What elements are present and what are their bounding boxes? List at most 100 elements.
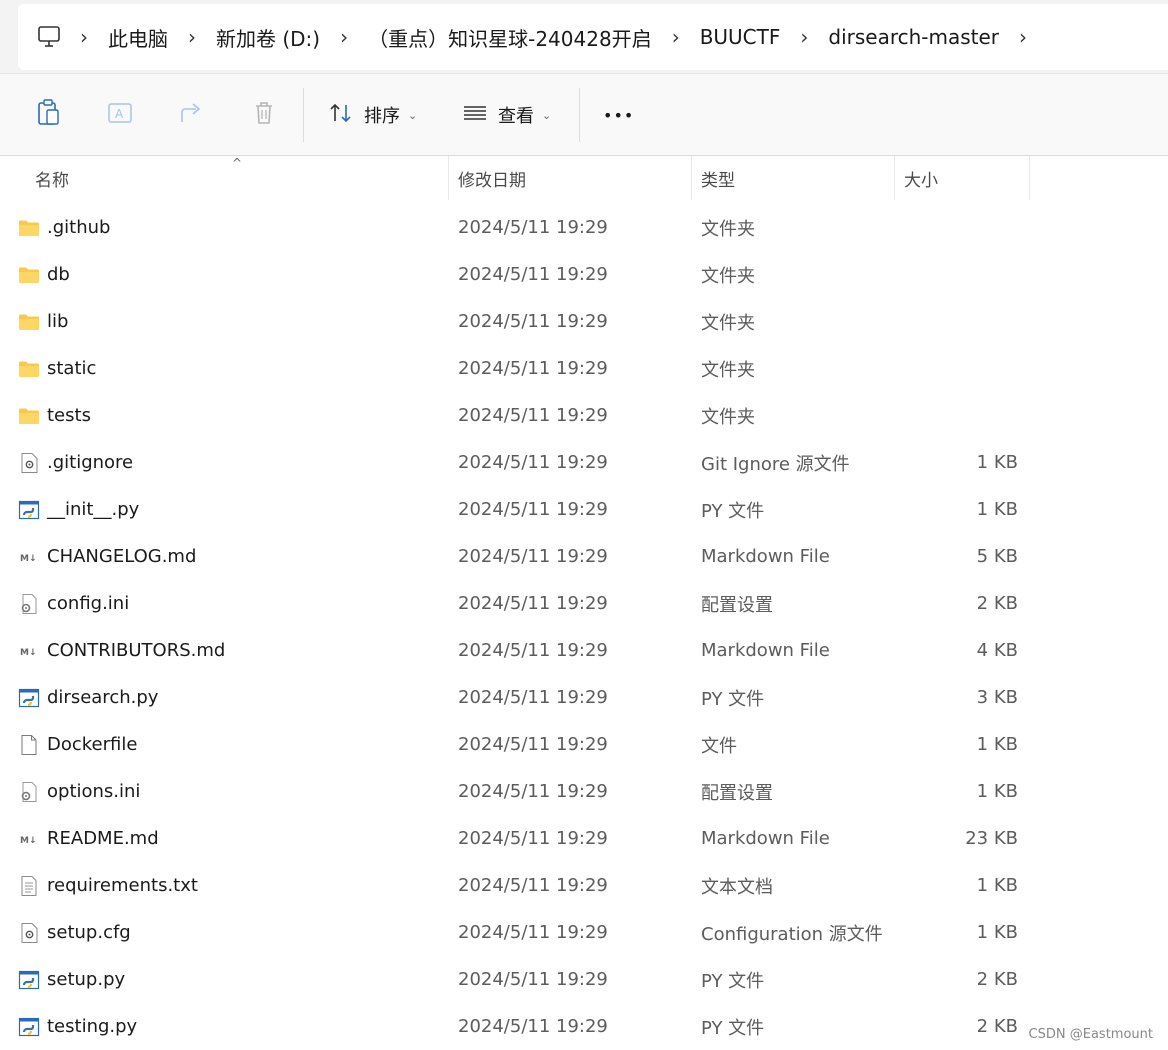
file-row[interactable]: Dockerfile 2024/5/11 19:29 文件 1 KB: [0, 721, 1168, 768]
file-size: 1 KB: [976, 499, 1018, 520]
file-type: 文件夹: [701, 218, 755, 240]
file-date: 2024/5/11 19:29: [458, 781, 608, 802]
python-file-icon: [18, 687, 40, 709]
file-name-cell: dirsearch.py: [18, 674, 158, 721]
file-row[interactable]: .gitignore 2024/5/11 19:29 Git Ignore 源文件 1…: [0, 439, 1168, 486]
file-name: db: [47, 264, 70, 285]
breadcrumb-chevron-icon[interactable]: ›: [1013, 25, 1033, 49]
file-size: [900, 345, 1018, 392]
column-header-name[interactable]: 名称: [26, 156, 448, 200]
breadcrumb-chevron-icon[interactable]: ›: [666, 25, 686, 49]
file-date: 2024/5/11 19:29: [458, 264, 608, 285]
svg-text:M↓: M↓: [20, 648, 37, 658]
breadcrumb-chevron-icon[interactable]: ›: [74, 25, 94, 49]
sort-button[interactable]: 排序 ⌄: [328, 98, 417, 132]
breadcrumb-item[interactable]: （重点）知识星球-240428开启: [354, 23, 666, 52]
file-size: 1 KB: [976, 452, 1018, 473]
file-name: .github: [47, 217, 111, 238]
file-date: 2024/5/11 19:29: [458, 358, 608, 379]
svg-text:M↓: M↓: [20, 836, 37, 846]
file-date: 2024/5/11 19:29: [458, 593, 608, 614]
file-row[interactable]: M↓ README.md 2024/5/11 19:29 Markdown File 2…: [0, 815, 1168, 862]
file-row[interactable]: static 2024/5/11 19:29 文件夹: [0, 345, 1168, 392]
file-row[interactable]: M↓ CONTRIBUTORS.md 2024/5/11 19:29 Markdown…: [0, 627, 1168, 674]
paste-button[interactable]: [34, 98, 62, 132]
file-name-cell: requirements.txt: [18, 862, 198, 909]
file-date: 2024/5/11 19:29: [458, 499, 608, 520]
column-header-date[interactable]: 修改日期: [449, 156, 691, 200]
markdown-file-icon: M↓: [18, 828, 40, 850]
file-size: 2 KB: [976, 969, 1018, 990]
file-size: 1 KB: [976, 781, 1018, 802]
file-name-cell: testing.py: [18, 1003, 137, 1050]
file-row[interactable]: setup.cfg 2024/5/11 19:29 Configuration 源文…: [0, 909, 1168, 956]
file-name-cell: M↓ CONTRIBUTORS.md: [18, 627, 225, 674]
file-row[interactable]: __init__.py 2024/5/11 19:29 PY 文件 1 KB: [0, 486, 1168, 533]
address-bar[interactable]: › 此电脑 › 新加卷 (D:) › （重点）知识星球-240428开启 › BUUCTF › d…: [18, 4, 1168, 70]
file-date: 2024/5/11 19:29: [458, 1016, 608, 1037]
file-row[interactable]: lib 2024/5/11 19:29 文件夹: [0, 298, 1168, 345]
delete-button[interactable]: [250, 98, 278, 132]
file-row[interactable]: M↓ CHANGELOG.md 2024/5/11 19:29 Markdown Fi…: [0, 533, 1168, 580]
file-size: 4 KB: [976, 640, 1018, 661]
file-size: 1 KB: [976, 875, 1018, 896]
file-type: 文本文档: [701, 876, 773, 898]
file-list: .github 2024/5/11 19:29 文件夹 db 2024/5/11 19:…: [0, 204, 1168, 1050]
file-row[interactable]: config.ini 2024/5/11 19:29 配置设置 2 KB: [0, 580, 1168, 627]
chevron-down-icon: ⌄: [542, 108, 552, 122]
toolbar-divider: [303, 88, 304, 142]
breadcrumb-chevron-icon[interactable]: ›: [182, 25, 202, 49]
view-list-icon: [462, 100, 488, 130]
config-file-icon: [18, 593, 40, 615]
breadcrumb-item[interactable]: BUUCTF: [686, 25, 795, 49]
file-type: PY 文件: [701, 1017, 765, 1039]
breadcrumb-chevron-icon[interactable]: ›: [334, 25, 354, 49]
file-name: CONTRIBUTORS.md: [47, 640, 226, 661]
file-row[interactable]: dirsearch.py 2024/5/11 19:29 PY 文件 3 KB: [0, 674, 1168, 721]
file-type: Markdown File: [701, 640, 830, 661]
file-date: 2024/5/11 19:29: [458, 452, 608, 473]
file-row[interactable]: tests 2024/5/11 19:29 文件夹: [0, 392, 1168, 439]
file-type: Markdown File: [701, 546, 830, 567]
breadcrumb-item[interactable]: dirsearch-master: [814, 25, 1013, 49]
file-row[interactable]: db 2024/5/11 19:29 文件夹: [0, 251, 1168, 298]
python-file-icon: [18, 1016, 40, 1038]
column-header-size[interactable]: 大小: [895, 156, 1029, 200]
file-name-cell: lib: [18, 298, 68, 345]
file-name: __init__.py: [47, 499, 140, 520]
file-row[interactable]: .github 2024/5/11 19:29 文件夹: [0, 204, 1168, 251]
markdown-file-icon: M↓: [18, 640, 40, 662]
file-date: 2024/5/11 19:29: [458, 734, 608, 755]
python-file-icon: [18, 969, 40, 991]
file-row[interactable]: options.ini 2024/5/11 19:29 配置设置 1 KB: [0, 768, 1168, 815]
share-button[interactable]: [178, 98, 206, 132]
file-name: CHANGELOG.md: [47, 546, 197, 567]
folder-icon: [18, 311, 40, 333]
file-name: static: [47, 358, 97, 379]
more-options-button[interactable]: •••: [603, 98, 634, 132]
breadcrumb-item[interactable]: 此电脑: [94, 23, 182, 52]
breadcrumb-chevron-icon[interactable]: ›: [794, 25, 814, 49]
column-resize-handle[interactable]: [1029, 156, 1030, 200]
column-header: ^ 名称 修改日期 类型 大小: [0, 156, 1168, 200]
share-icon: [178, 98, 206, 132]
file-row[interactable]: requirements.txt 2024/5/11 19:29 文本文档 1 KB: [0, 862, 1168, 909]
file-name-cell: .gitignore: [18, 439, 133, 486]
breadcrumb-item[interactable]: 新加卷 (D:): [202, 23, 334, 52]
view-button[interactable]: 查看 ⌄: [462, 98, 551, 132]
watermark: CSDN @Eastmount: [1028, 1027, 1153, 1042]
file-name-cell: options.ini: [18, 768, 140, 815]
column-header-type[interactable]: 类型: [692, 156, 894, 200]
file-row[interactable]: setup.py 2024/5/11 19:29 PY 文件 2 KB: [0, 956, 1168, 1003]
file-row[interactable]: testing.py 2024/5/11 19:29 PY 文件 2 KB: [0, 1003, 1168, 1050]
file-name-cell: static: [18, 345, 96, 392]
file-name: Dockerfile: [47, 734, 138, 755]
file-size: [900, 392, 1018, 439]
folder-icon: [18, 358, 40, 380]
rename-button[interactable]: A: [106, 98, 134, 132]
file-name-cell: Dockerfile: [18, 721, 137, 768]
markdown-file-icon: M↓: [18, 546, 40, 568]
file-type: 文件夹: [701, 265, 755, 287]
file-type: Configuration 源文件: [701, 923, 883, 945]
computer-icon[interactable]: [36, 24, 62, 50]
